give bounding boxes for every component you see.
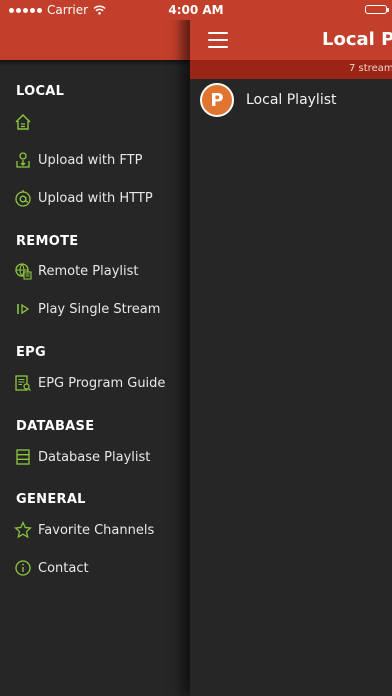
favorite-channels-label: Favorite Channels: [38, 522, 155, 538]
play-single-stream-label: Play Single Stream: [38, 301, 161, 317]
status-time: 4:00 AM: [168, 3, 224, 17]
menu-item-epg-guide[interactable]: EPG Program Guide: [14, 372, 165, 394]
contact-label: Contact: [38, 560, 89, 576]
streams-count: 7 streams: [349, 63, 392, 74]
menu-item-play-single-stream[interactable]: Play Single Stream: [14, 298, 160, 320]
page-title: Local Pl: [322, 29, 392, 50]
menu-item-contact[interactable]: Contact: [14, 557, 89, 579]
playlist-label: Local Playlist: [246, 92, 337, 108]
status-bar: Carrier 4:00 AM: [0, 0, 392, 20]
side-drawer: LOCAL Upload with FTP Upload with HTTP R…: [0, 0, 190, 696]
upload-ftp-label: Upload with FTP: [38, 152, 143, 168]
upload-ftp-icon: [14, 151, 32, 169]
database-icon: [14, 448, 32, 466]
menu-item-upload-ftp[interactable]: Upload with FTP: [14, 149, 142, 171]
globe-list-icon: [14, 262, 32, 280]
remote-playlist-label: Remote Playlist: [38, 263, 139, 279]
main-panel: Local Pl 7 streams P Local Playlist: [190, 0, 392, 696]
hamburger-menu-icon[interactable]: [208, 32, 228, 53]
play-stream-icon: [14, 300, 32, 318]
database-playlist-label: Database Playlist: [38, 449, 151, 465]
section-remote: REMOTE: [16, 234, 79, 249]
playlist-badge-icon: P: [200, 83, 234, 117]
epg-guide-label: EPG Program Guide: [38, 375, 166, 391]
guide-search-icon: [14, 374, 32, 392]
menu-item-database-playlist[interactable]: Database Playlist: [14, 446, 150, 468]
at-sign-icon: [14, 189, 32, 207]
menu-item-remote-playlist[interactable]: Remote Playlist: [14, 260, 139, 282]
star-icon: [14, 521, 32, 539]
battery-icon: [365, 5, 389, 14]
menu-item-favorite-channels[interactable]: Favorite Channels: [14, 519, 154, 541]
section-epg: EPG: [16, 345, 46, 360]
section-local: LOCAL: [16, 84, 65, 99]
home-icon: [14, 113, 32, 131]
menu-item-upload-http[interactable]: Upload with HTTP: [14, 187, 153, 209]
menu-item-local-home[interactable]: [14, 111, 32, 133]
list-item[interactable]: P Local Playlist: [200, 83, 337, 117]
section-general: GENERAL: [16, 492, 86, 507]
section-database: DATABASE: [16, 419, 95, 434]
info-icon: [14, 559, 32, 577]
upload-http-label: Upload with HTTP: [38, 190, 153, 206]
